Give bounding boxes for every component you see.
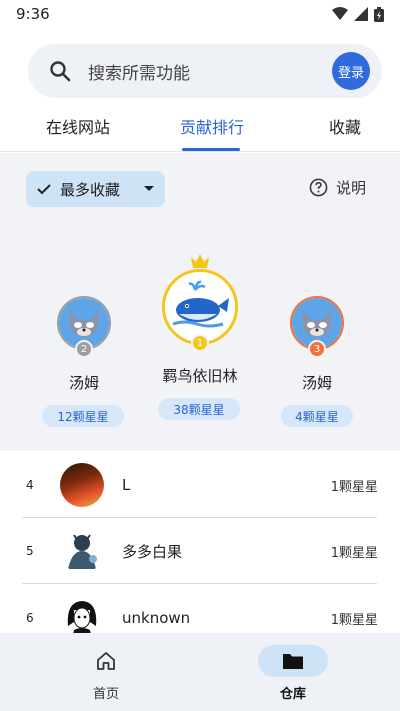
folder-icon: [283, 654, 303, 669]
list-item[interactable]: 4 L 1颗星星: [0, 452, 400, 518]
avatar: 3: [290, 296, 344, 358]
tab-bar: 在线网站 贡献排行 收藏: [0, 108, 400, 152]
row-name: L: [122, 476, 131, 494]
wifi-icon: [332, 7, 348, 20]
explain-label: 说明: [336, 179, 367, 197]
explain-button[interactable]: 说明: [309, 177, 366, 198]
dropdown-arrow-icon: [144, 186, 154, 191]
row-name: 多多白果: [122, 542, 183, 561]
row-name: unknown: [122, 609, 191, 627]
nav-repository[interactable]: 仓库: [253, 645, 333, 702]
nav-home[interactable]: 首页: [66, 645, 146, 702]
podium-name: 汤姆: [68, 374, 99, 392]
signal-icon: [354, 7, 368, 21]
podium-stars: 4颗星星: [281, 405, 353, 427]
podium-first[interactable]: 1 羁鸟依旧林 38颗星星: [158, 253, 242, 420]
active-tab-indicator: [182, 148, 240, 151]
rank-badge: 2: [75, 340, 93, 358]
avatar: [60, 463, 104, 507]
bottom-nav: 首页 仓库: [0, 633, 400, 711]
home-icon: [97, 652, 115, 670]
rank-badge: 3: [308, 340, 326, 358]
whale-avatar-icon: [165, 272, 235, 342]
nav-label: 首页: [92, 687, 119, 702]
list-item[interactable]: 5 多多白果 1颗星星: [0, 518, 400, 584]
status-time: 9:36: [16, 5, 50, 23]
nav-icon-wrap: [258, 645, 328, 677]
tab-contribution-ranking[interactable]: 贡献排行: [180, 114, 244, 138]
check-icon: [37, 184, 51, 195]
battery-icon: [374, 6, 384, 22]
ranking-panel: 最多收藏 说明 2 汤姆 12颗星星 1 羁鸟依旧林 38颗星星 3 汤姆 4颗…: [0, 153, 400, 451]
crown-icon: [191, 254, 209, 268]
row-stars: 1颗星星: [330, 479, 378, 495]
sort-dropdown[interactable]: 最多收藏: [26, 171, 165, 207]
avatar: 1: [162, 269, 238, 352]
row-rank: 4: [26, 478, 34, 492]
status-icons: [332, 6, 384, 22]
search-bar[interactable]: 搜索所需功能 登录: [28, 44, 382, 98]
avatar: [60, 529, 104, 573]
search-input[interactable]: 搜索所需功能: [88, 59, 332, 84]
podium-stars: 38颗星星: [158, 398, 240, 420]
row-rank: 6: [26, 611, 34, 625]
search-icon: [50, 61, 71, 82]
sort-label: 最多收藏: [60, 180, 121, 199]
nav-icon-wrap: [71, 645, 141, 677]
row-rank: 5: [26, 544, 34, 558]
tab-online-sites[interactable]: 在线网站: [46, 114, 110, 138]
podium-second[interactable]: 2 汤姆 12颗星星: [42, 296, 126, 427]
login-button[interactable]: 登录: [332, 52, 370, 90]
tab-favorites[interactable]: 收藏: [329, 114, 361, 138]
podium-name: 羁鸟依旧林: [162, 367, 238, 385]
podium-third[interactable]: 3 汤姆 4颗星星: [275, 296, 359, 427]
status-bar: 9:36: [0, 0, 400, 28]
avatar: 2: [57, 296, 111, 358]
rank-badge: 1: [191, 334, 209, 352]
row-stars: 1颗星星: [330, 612, 378, 628]
help-icon: [309, 178, 328, 197]
podium-name: 汤姆: [301, 374, 332, 392]
row-stars: 1颗星星: [330, 545, 378, 561]
podium-stars: 12颗星星: [42, 405, 124, 427]
divider: [22, 583, 377, 584]
nav-label: 仓库: [279, 687, 306, 702]
